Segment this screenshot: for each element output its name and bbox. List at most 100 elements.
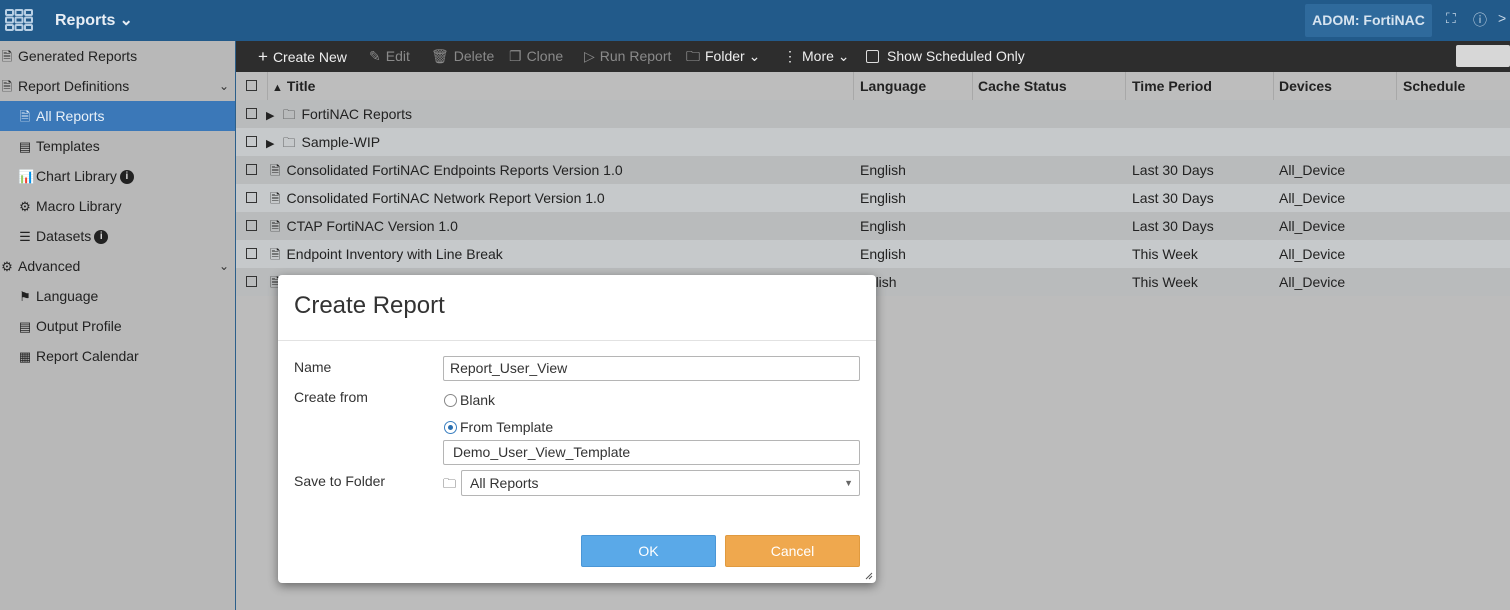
chevron-down-icon: ⌄ xyxy=(837,48,850,64)
resize-grip-icon[interactable] xyxy=(865,572,873,580)
table-row[interactable]: 🗎 Consolidated FortiNAC Network Report Ve… xyxy=(236,184,1510,212)
divider xyxy=(278,340,876,341)
name-label: Name xyxy=(294,359,332,375)
sidebar-item-language[interactable]: ⚑ Language xyxy=(0,281,235,311)
sidebar-item-label: Datasets xyxy=(36,228,92,244)
trash-icon: 🗑 xyxy=(431,48,449,64)
gear-icon: ⚙ xyxy=(19,199,31,214)
expand-triangle-icon[interactable]: ▶ xyxy=(266,130,274,156)
output-icon: ▤ xyxy=(18,319,32,334)
info-icon[interactable]: i xyxy=(94,230,109,245)
chevron-down-icon: ⌄ xyxy=(119,12,133,29)
clone-icon: ❐ xyxy=(509,48,522,64)
column-schedule[interactable]: Schedule xyxy=(1403,72,1510,100)
dataset-icon: ☰ xyxy=(19,229,31,244)
sidebar-item-output-profile[interactable]: ▤ Output Profile xyxy=(0,311,235,341)
radio-blank[interactable]: Blank xyxy=(444,392,495,408)
row-checkbox[interactable] xyxy=(246,276,257,287)
folder-button[interactable]: 🗀 Folder ⌄ xyxy=(686,41,760,72)
more-icon[interactable]: > xyxy=(1498,10,1506,26)
sort-asc-icon: ▲ xyxy=(272,82,283,94)
sidebar-item-report-definitions[interactable]: 🗎 Report Definitions ⌄ xyxy=(0,71,235,101)
gear-icon: ⚙ xyxy=(1,259,13,274)
column-cache-status[interactable]: Cache Status xyxy=(978,72,1126,100)
sidebar-item-all-reports[interactable]: 🗎 All Reports xyxy=(0,101,235,131)
ok-button[interactable]: OK xyxy=(581,535,716,567)
toolbar: + Create New ✎ Edit 🗑 Delete ❐ Clone ▷ Run Re… xyxy=(236,41,1510,72)
sidebar-item-label: Report Calendar xyxy=(36,348,139,364)
sidebar-item-label: Language xyxy=(36,288,99,304)
table-row[interactable]: 🗎 Consolidated FortiNAC Endpoints Reports… xyxy=(236,156,1510,184)
edit-button[interactable]: ✎ Edit xyxy=(369,41,410,72)
adom-badge[interactable]: ADOM: FortiNAC xyxy=(1305,4,1432,37)
column-time-period[interactable]: Time Period xyxy=(1132,72,1274,100)
help-icon[interactable]: ⓘ xyxy=(1473,10,1487,30)
sidebar-item-advanced[interactable]: ⚙ Advanced ⌄ xyxy=(0,251,235,281)
expand-triangle-icon[interactable]: ▶ xyxy=(266,102,274,128)
column-devices[interactable]: Devices xyxy=(1279,72,1397,100)
run-report-button[interactable]: ▷ Run Report xyxy=(584,41,671,72)
sidebar: 🗎 Generated Reports 🗎 Report Definitions ⌄… xyxy=(0,41,236,610)
radio-button-selected[interactable] xyxy=(444,421,457,434)
chart-icon: 📊 xyxy=(18,169,35,184)
select-all-checkbox[interactable] xyxy=(246,80,257,91)
app-grid-icon[interactable] xyxy=(5,9,33,31)
chevron-down-icon: ⌄ xyxy=(748,48,761,64)
top-bar: Reports ⌄ ADOM: FortiNAC ⛶ ⓘ > xyxy=(0,0,1510,41)
radio-from-template[interactable]: From Template xyxy=(444,419,553,435)
radio-button[interactable] xyxy=(444,394,457,407)
template-input[interactable]: Demo_User_View_Template xyxy=(443,440,860,465)
clone-button[interactable]: ❐ Clone xyxy=(509,41,563,72)
table-row[interactable]: ▶ 🗀 FortiNAC Reports xyxy=(236,100,1510,128)
expand-icon[interactable]: ⛶ xyxy=(1446,10,1456,27)
create-new-button[interactable]: + Create New xyxy=(258,41,347,72)
sidebar-item-chart-library[interactable]: 📊 Chart Library i xyxy=(0,161,235,191)
kebab-icon: ⋮ xyxy=(783,48,797,64)
sidebar-item-generated-reports[interactable]: 🗎 Generated Reports xyxy=(0,41,235,71)
chevron-down-icon[interactable]: ⌄ xyxy=(219,71,229,101)
row-checkbox[interactable] xyxy=(246,164,257,175)
cancel-button[interactable]: Cancel xyxy=(725,535,860,567)
row-checkbox[interactable] xyxy=(246,136,257,147)
create-from-label: Create from xyxy=(294,389,368,405)
chevron-down-icon[interactable]: ⌄ xyxy=(219,251,229,281)
column-language[interactable]: Language xyxy=(860,72,973,100)
table-row[interactable]: 🗎 CTAP FortiNAC Version 1.0 English Last … xyxy=(236,212,1510,240)
checkbox[interactable] xyxy=(866,50,879,63)
search-input[interactable] xyxy=(1456,45,1510,67)
show-scheduled-toggle[interactable]: Show Scheduled Only xyxy=(866,41,1025,72)
folder-select[interactable]: All Reports ▼ xyxy=(461,470,860,496)
sidebar-item-datasets[interactable]: ☰ Datasets i xyxy=(0,221,235,251)
create-report-dialog: Create Report Name Report_User_View Crea… xyxy=(278,275,876,583)
folder-icon: 🗀 xyxy=(282,135,296,150)
name-input[interactable]: Report_User_View xyxy=(443,356,860,381)
table-row[interactable]: ▶ 🗀 Sample-WIP xyxy=(236,128,1510,156)
folder-icon: 🗀 xyxy=(282,107,296,122)
row-checkbox[interactable] xyxy=(246,108,257,119)
row-checkbox[interactable] xyxy=(246,192,257,203)
sidebar-item-label: Templates xyxy=(36,138,100,154)
plus-icon: + xyxy=(258,47,268,66)
folder-icon: 🗀 xyxy=(686,48,700,64)
info-icon[interactable]: i xyxy=(119,170,134,185)
dialog-title: Create Report xyxy=(294,292,445,319)
flag-icon: ⚑ xyxy=(19,289,31,304)
calendar-icon: ▦ xyxy=(18,349,32,364)
sidebar-item-label: Macro Library xyxy=(36,198,122,214)
table-header: ▲ Title Language Cache Status Time Period… xyxy=(236,72,1510,100)
delete-button[interactable]: 🗑 Delete xyxy=(431,41,494,72)
row-checkbox[interactable] xyxy=(246,220,257,231)
file-icon: 🗎 xyxy=(19,109,31,124)
folder-icon: 🗀 xyxy=(443,476,457,491)
table-row[interactable]: 🗎 Endpoint Inventory with Line Break Engl… xyxy=(236,240,1510,268)
sidebar-item-report-calendar[interactable]: ▦ Report Calendar xyxy=(0,341,235,371)
sidebar-item-templates[interactable]: ▤ Templates xyxy=(0,131,235,161)
sidebar-item-macro-library[interactable]: ⚙ Macro Library xyxy=(0,191,235,221)
sidebar-item-label: Output Profile xyxy=(36,318,122,334)
more-button[interactable]: ⋮ More ⌄ xyxy=(783,41,850,72)
file-icon: 🗎 xyxy=(270,247,281,262)
column-title[interactable]: ▲ Title xyxy=(272,72,854,100)
save-to-folder-label: Save to Folder xyxy=(294,473,386,489)
row-checkbox[interactable] xyxy=(246,248,257,259)
app-title-dropdown[interactable]: Reports ⌄ xyxy=(55,10,133,30)
